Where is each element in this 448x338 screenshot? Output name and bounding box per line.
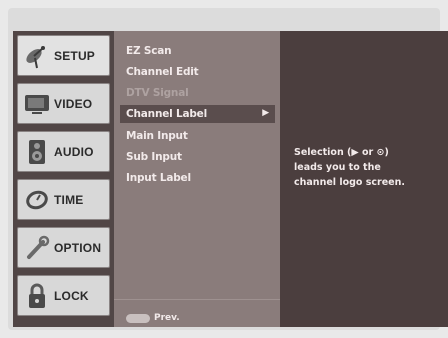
- menu-item-ez-scan[interactable]: EZ Scan: [126, 45, 172, 57]
- tab-label: LOCK: [54, 288, 89, 303]
- menu-item-sub-input[interactable]: Sub Input: [126, 151, 182, 163]
- tab-label: SETUP: [54, 48, 96, 63]
- speaker-icon: [22, 137, 52, 167]
- clock-icon: [22, 185, 52, 215]
- help-line: Selection (▶ or ⊙): [294, 147, 389, 158]
- satellite-dish-icon: [22, 41, 52, 71]
- menu-item-dtv-signal: DTV Signal: [126, 87, 189, 99]
- tab-option[interactable]: OPTION: [17, 227, 110, 268]
- prev-label: Prev.: [154, 313, 180, 323]
- help-line: channel logo screen.: [294, 177, 405, 188]
- menu-item-channel-edit[interactable]: Channel Edit: [126, 66, 199, 78]
- prev-hint[interactable]: Prev.: [126, 313, 180, 323]
- tab-audio[interactable]: AUDIO: [17, 131, 110, 172]
- tab-label: AUDIO: [54, 144, 94, 159]
- tab-label: VIDEO: [54, 96, 93, 111]
- menu-item-main-input[interactable]: Main Input: [126, 130, 188, 142]
- menu-item-label: Channel Label: [126, 108, 208, 120]
- wrench-icon: [22, 233, 52, 263]
- menu-key-icon: [126, 313, 150, 323]
- tab-video[interactable]: VIDEO: [17, 83, 110, 124]
- help-description: Selection (▶ or ⊙) leads you to the chan…: [294, 145, 434, 190]
- tab-label: TIME: [54, 192, 84, 207]
- tab-setup[interactable]: SETUP: [17, 35, 110, 76]
- setup-menu: EZ Scan Channel Edit DTV Signal Channel …: [114, 31, 280, 327]
- padlock-icon: [22, 281, 52, 311]
- sidebar: SETUP VIDEO AUDIO TIME OPTION LOCK: [13, 31, 114, 327]
- tab-label: OPTION: [54, 240, 102, 255]
- osd-screen: SETUP VIDEO AUDIO TIME OPTION LOCK EZ Sc…: [13, 31, 448, 327]
- tab-time[interactable]: TIME: [17, 179, 110, 220]
- menu-item-input-label[interactable]: Input Label: [126, 172, 191, 184]
- help-line: leads you to the: [294, 162, 381, 173]
- arrow-right-icon: ▶: [262, 108, 269, 118]
- menu-item-channel-label[interactable]: Channel Label ▶: [120, 105, 275, 123]
- divider: [114, 299, 280, 300]
- tab-lock[interactable]: LOCK: [17, 275, 110, 316]
- tv-icon: [22, 89, 52, 119]
